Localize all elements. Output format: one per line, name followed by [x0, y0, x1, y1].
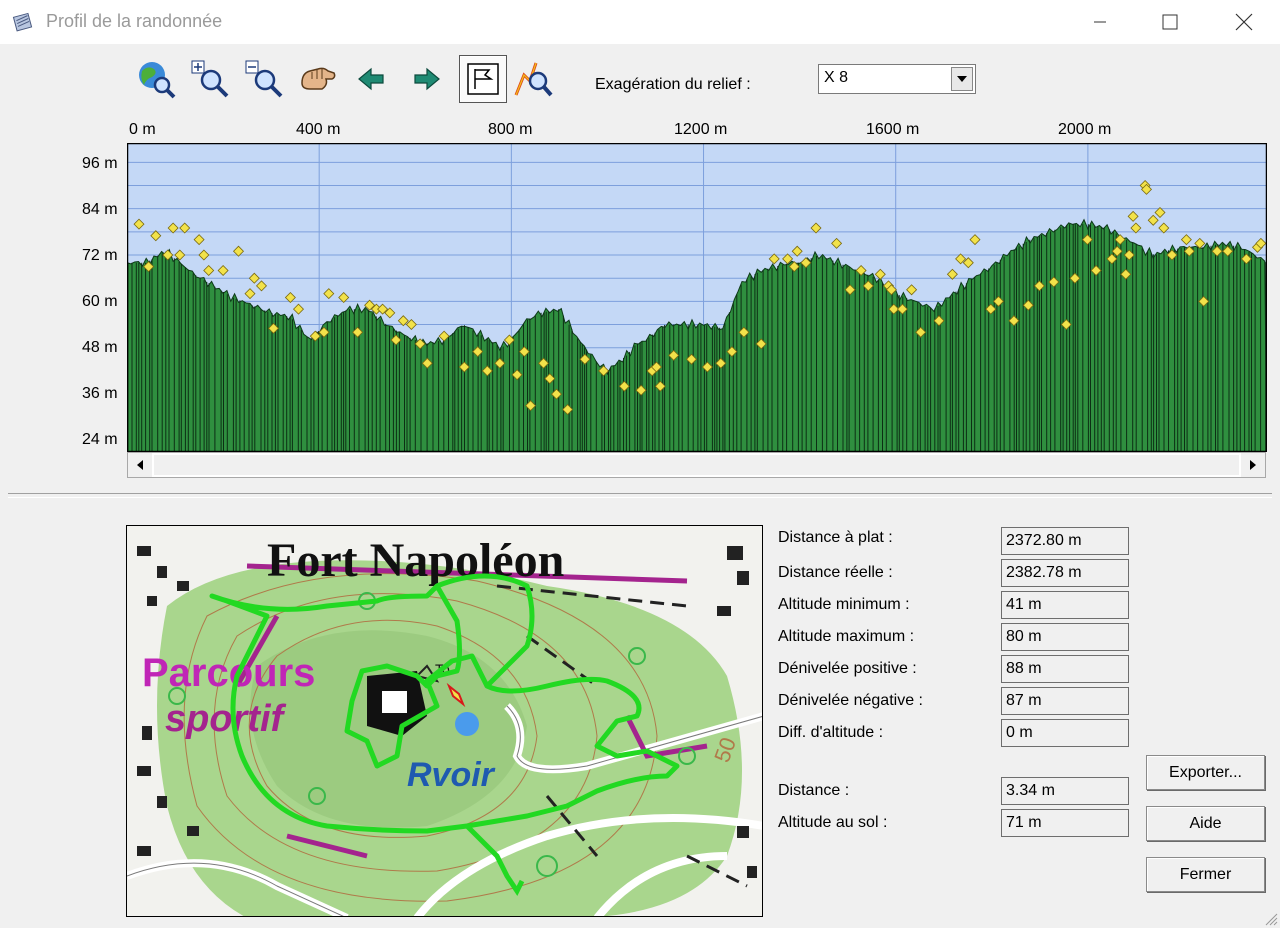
map-label-sportif: sportif [165, 698, 287, 740]
scroll-right-icon [1250, 460, 1256, 470]
x-tick-label: 0 m [129, 121, 156, 138]
scrollbar-thumb[interactable] [154, 455, 1239, 475]
y-tick-label: 36 m [82, 385, 118, 402]
x-tick-label: 2000 m [1058, 121, 1112, 138]
zoom-out-button[interactable] [243, 58, 285, 100]
stat-deniv-neg: 87 m [1001, 687, 1129, 715]
profile-scrollbar[interactable] [127, 452, 1266, 478]
stat-label: Diff. d'altitude : [778, 724, 884, 741]
scroll-left-icon [137, 460, 143, 470]
stat-distance: 3.34 m [1001, 777, 1129, 805]
stat-label: Distance : [778, 782, 850, 799]
map-label-parcours: Parcours [142, 651, 315, 695]
stat-diff-alt: 0 m [1001, 719, 1129, 747]
stat-deniv-pos: 88 m [1001, 655, 1129, 683]
app-icon [12, 12, 33, 32]
window-title: Profil de la randonnée [46, 11, 223, 31]
stat-distance-plat: 2372.80 m [1001, 527, 1129, 555]
stat-distance-reelle: 2382.78 m [1001, 559, 1129, 587]
close-button[interactable] [1214, 0, 1274, 44]
stat-altitude-sol: 71 m [1001, 809, 1129, 837]
panel-separator [8, 493, 1272, 498]
minimize-button[interactable] [1070, 0, 1130, 44]
arrow-left-icon [358, 67, 384, 91]
stat-label: Altitude minimum : [778, 596, 910, 613]
back-button[interactable] [351, 58, 393, 100]
y-tick-label: 48 m [82, 339, 118, 356]
topo-map[interactable]: Fort Napoléon Parcours sportif Rvoir 50 … [126, 525, 763, 917]
y-tick-label: 60 m [82, 293, 118, 310]
globe-zoom-button[interactable] [135, 58, 177, 100]
close-dialog-button[interactable]: Fermer [1146, 857, 1265, 892]
globe-zoom-icon [139, 62, 176, 99]
zoom-in-icon [191, 60, 229, 98]
title-bar: Profil de la randonnée [0, 0, 1280, 44]
stat-altitude-max: 80 m [1001, 623, 1129, 651]
resize-grip-icon[interactable] [1262, 910, 1278, 926]
arrow-right-icon [414, 67, 440, 91]
dropdown-arrow[interactable] [951, 67, 973, 91]
profile-zoom-icon [514, 62, 553, 97]
stat-label: Altitude au sol : [778, 814, 888, 831]
chevron-down-icon [957, 76, 967, 82]
flag-mode-button[interactable] [459, 55, 507, 103]
x-tick-label: 1600 m [866, 121, 920, 138]
minimize-icon [1094, 21, 1106, 23]
stat-label: Dénivelée positive : [778, 660, 917, 677]
maximize-icon [1162, 14, 1178, 30]
x-tick-label: 1200 m [674, 121, 728, 138]
y-tick-label: 24 m [82, 431, 118, 448]
stat-label: Distance réelle : [778, 564, 893, 581]
exaggeration-value: X 8 [824, 69, 849, 86]
elevation-profile-chart[interactable] [127, 143, 1267, 452]
zoom-in-button[interactable] [189, 58, 231, 100]
export-button[interactable]: Exporter... [1146, 755, 1265, 790]
map-label-reservoir: Rvoir [407, 756, 496, 794]
map-canvas: Fort Napoléon Parcours sportif Rvoir 50 … [127, 526, 762, 916]
stat-label: Distance à plat : [778, 529, 893, 546]
y-tick-label: 84 m [82, 201, 118, 218]
pan-hand-icon [301, 67, 336, 90]
stat-label: Dénivelée négative : [778, 692, 923, 709]
scroll-right-button[interactable] [1241, 453, 1265, 477]
map-label-title: Fort Napoléon [267, 534, 564, 587]
stat-altitude-min: 41 m [1001, 591, 1129, 619]
x-tick-label: 400 m [296, 121, 341, 138]
x-tick-label: 800 m [488, 121, 533, 138]
maximize-button[interactable] [1140, 0, 1200, 44]
profile-zoom-button[interactable] [513, 58, 555, 100]
exaggeration-select[interactable]: X 8 [818, 64, 976, 94]
zoom-out-icon [245, 60, 283, 98]
close-icon [1235, 13, 1253, 31]
exaggeration-label: Exagération du relief : [595, 76, 751, 93]
flag-mode-icon [467, 63, 499, 95]
pan-button[interactable] [297, 58, 339, 100]
forward-button[interactable] [405, 58, 447, 100]
y-tick-label: 72 m [82, 247, 118, 264]
scroll-left-button[interactable] [128, 453, 152, 477]
stat-label: Altitude maximum : [778, 628, 915, 645]
y-tick-label: 96 m [82, 155, 118, 172]
help-button[interactable]: Aide [1146, 806, 1265, 841]
